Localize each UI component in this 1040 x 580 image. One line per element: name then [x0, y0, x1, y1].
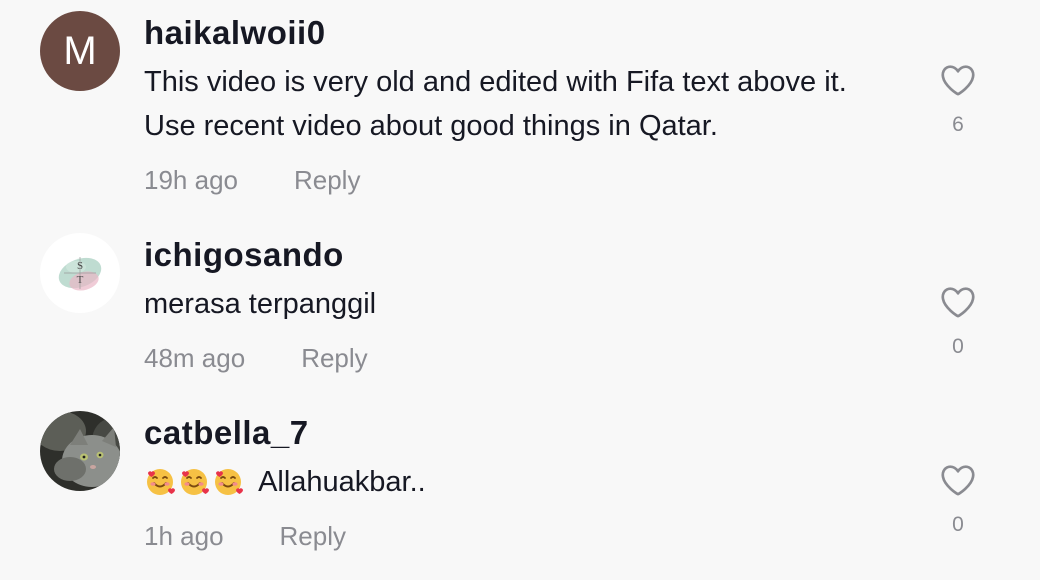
- avatar-image: S T: [40, 233, 120, 313]
- avatar-initial: M: [63, 28, 97, 73]
- reply-button[interactable]: Reply: [294, 165, 360, 195]
- comment-text: merasa terpanggil: [144, 288, 377, 320]
- heart-icon[interactable]: [938, 282, 978, 322]
- smiling-face-with-hearts-icon: [144, 465, 176, 497]
- avatar-letter-t: T: [77, 274, 84, 286]
- comment-username[interactable]: ichigosando: [144, 236, 344, 274]
- like-count: 0: [952, 513, 964, 536]
- avatar[interactable]: S T: [40, 233, 120, 313]
- avatar[interactable]: M: [40, 11, 120, 91]
- comment-meta: 48m ago Reply: [144, 343, 368, 374]
- heart-icon[interactable]: [938, 460, 978, 500]
- comment-text: Allahuakbar..: [144, 460, 904, 504]
- comment-time: 19h ago: [144, 165, 238, 195]
- comment-text-body: Allahuakbar..: [258, 466, 426, 498]
- comment-time: 48m ago: [144, 343, 246, 373]
- heart-icon[interactable]: [938, 60, 978, 100]
- reply-button[interactable]: Reply: [280, 521, 346, 551]
- avatar[interactable]: [40, 411, 120, 491]
- avatar-letter-s: S: [77, 260, 83, 272]
- comment-username[interactable]: haikalwoii0: [144, 14, 326, 52]
- comment-meta: 1h ago Reply: [144, 521, 346, 552]
- like-count: 6: [952, 113, 964, 136]
- comment-username[interactable]: catbella_7: [144, 414, 309, 452]
- smiling-face-with-hearts-icon: [212, 465, 244, 497]
- comment-text: This video is very old and edited with F…: [144, 66, 847, 142]
- comment-time: 1h ago: [144, 521, 224, 551]
- emoji-group: [144, 466, 254, 498]
- avatar-image: [40, 411, 120, 491]
- like-count: 0: [952, 335, 964, 358]
- comment-meta: 19h ago Reply: [144, 165, 360, 196]
- reply-button[interactable]: Reply: [301, 343, 367, 373]
- smiling-face-with-hearts-icon: [178, 465, 210, 497]
